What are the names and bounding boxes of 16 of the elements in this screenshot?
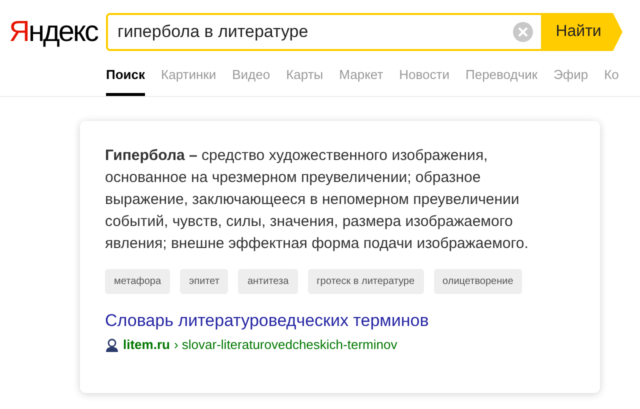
source-path[interactable]: › slovar-literaturovedcheskich-terminov <box>174 335 398 354</box>
search-field[interactable]: гипербола в литературе <box>106 13 543 51</box>
source-link[interactable]: Словарь литературоведческих терминов <box>105 308 580 333</box>
search-button[interactable]: Найти <box>542 13 623 51</box>
person-icon <box>105 338 119 352</box>
related-tag[interactable]: эпитет <box>180 268 228 294</box>
nav-tab[interactable]: Поиск <box>106 65 146 96</box>
related-tag[interactable]: метафора <box>105 268 170 294</box>
clear-icon[interactable] <box>512 22 533 42</box>
source-domain[interactable]: litem.ru <box>123 335 170 354</box>
logo[interactable]: Яндекс <box>9 15 98 49</box>
related-tag[interactable]: олицетворение <box>434 268 522 294</box>
related-tag[interactable]: антитеза <box>238 268 298 294</box>
definition-text: Гипербола – средство художественного изображения, основанное на чрезмерном преувеличении; образное выражение, заключающееся в непомерном преувеличении событий, чувств, силы, значения, размера изображаемого явления; внешне эффектная форма подачи изображаемого. <box>105 146 530 254</box>
search-value: гипербола в литературе <box>118 21 310 44</box>
related-tag[interactable]: гротеск в литературе <box>308 268 424 294</box>
